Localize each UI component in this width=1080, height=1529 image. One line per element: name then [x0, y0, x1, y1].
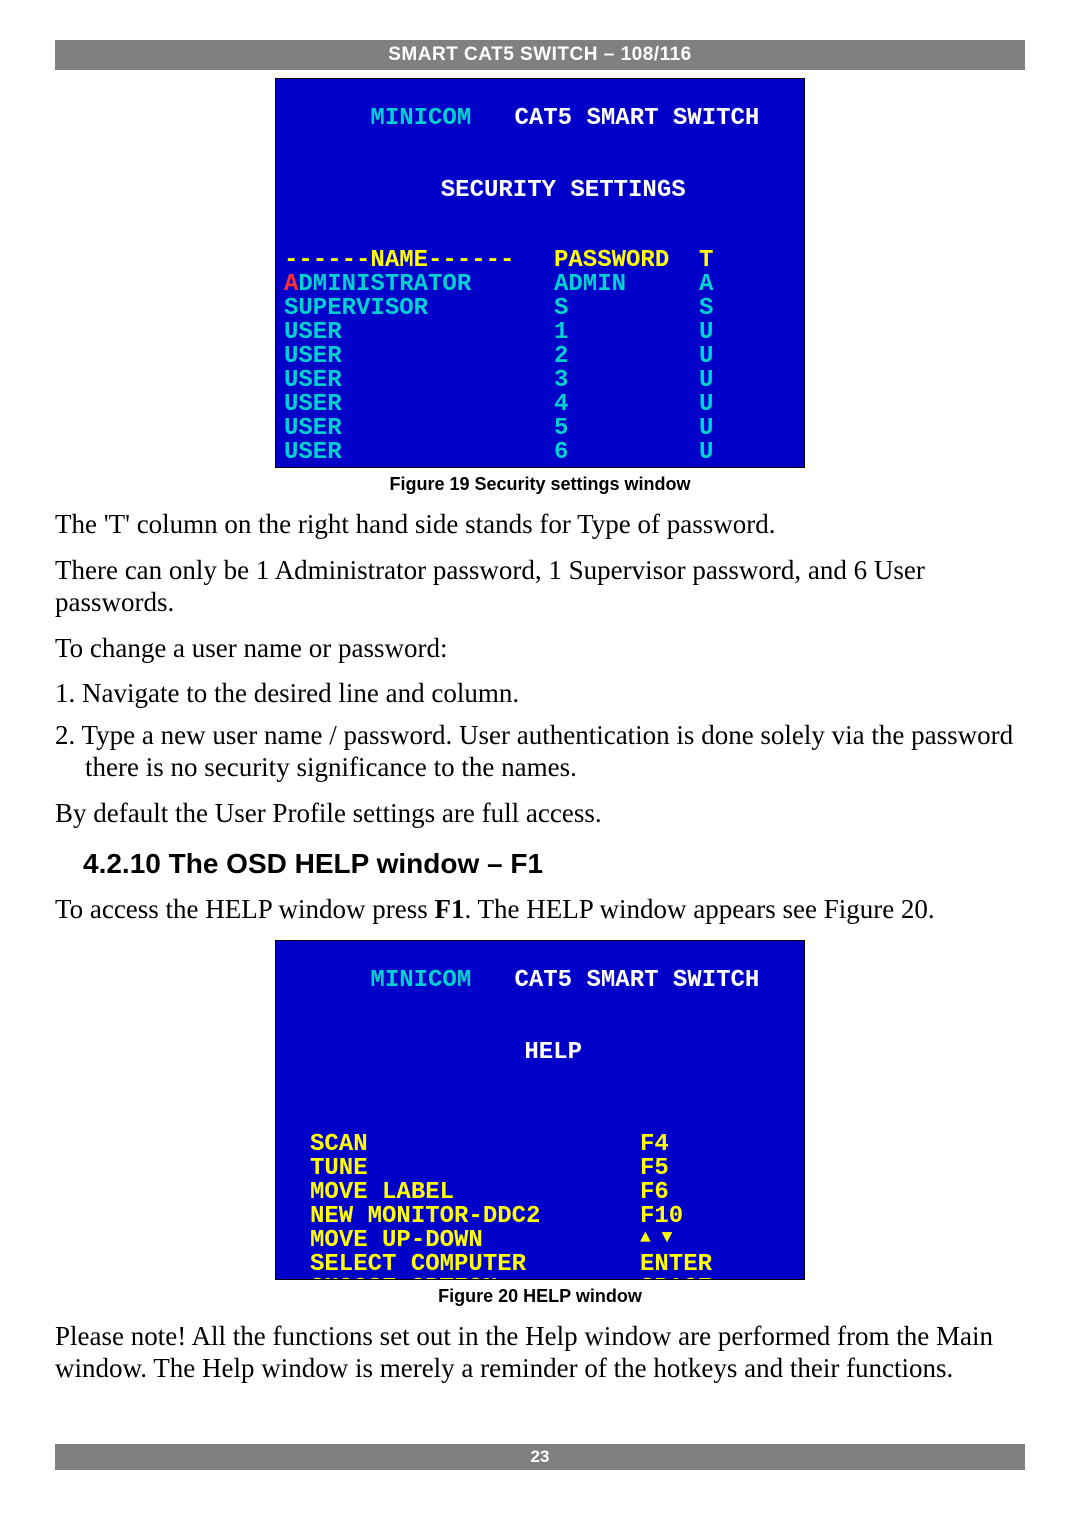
osd-title-1: CAT5 SMART SWITCH: [514, 967, 759, 994]
osd-brand: MINICOM: [370, 967, 471, 994]
security-row[interactable]: USER2U: [284, 345, 796, 369]
page-footer-bar: 23: [55, 1444, 1025, 1470]
hotkey-f1: F1: [435, 894, 465, 924]
paragraph: To change a user name or password:: [55, 633, 1025, 665]
help-row: NEW MONITOR-DDC2F10: [310, 1205, 796, 1229]
text: . The HELP window appears see Figure 20.: [465, 894, 935, 924]
text: To access the HELP window press: [55, 894, 435, 924]
security-row[interactable]: USER5U: [284, 417, 796, 441]
page-header-bar: SMART CAT5 SWITCH – 108/116: [55, 40, 1025, 70]
security-row[interactable]: ADMINISTRATORADMINA: [284, 273, 796, 297]
help-row: TUNEF5: [310, 1157, 796, 1181]
col-header-name: ------NAME------: [284, 249, 554, 273]
figure-20-caption: Figure 20 HELP window: [55, 1286, 1025, 1307]
col-header-t: T: [699, 249, 796, 273]
help-row: MOVE UP-DOWN▲ ▼: [310, 1229, 796, 1253]
figure-19-caption: Figure 19 Security settings window: [55, 474, 1025, 495]
paragraph: The 'T' column on the right hand side st…: [55, 509, 1025, 541]
security-settings-window: MINICOM CAT5 SMART SWITCH SECURITY SETTI…: [275, 78, 805, 468]
paragraph: To access the HELP window press F1. The …: [55, 894, 1025, 926]
col-header-password: PASSWORD: [554, 249, 699, 273]
help-window: MINICOM CAT5 SMART SWITCH HELP SCANF4TUN…: [275, 940, 805, 1280]
section-heading: 4.2.10 The OSD HELP window – F1: [83, 848, 1025, 880]
security-row[interactable]: SUPERVISORSS: [284, 297, 796, 321]
help-row: SELECT COMPUTERENTER: [310, 1253, 796, 1277]
paragraph: There can only be 1 Administrator passwo…: [55, 555, 1025, 619]
osd-brand: MINICOM: [370, 105, 471, 132]
osd-title-1: CAT5 SMART SWITCH: [514, 105, 759, 132]
security-row[interactable]: USER6U: [284, 441, 796, 465]
osd-title-2: HELP: [524, 1039, 582, 1066]
paragraph: Please note! All the functions set out i…: [55, 1321, 1025, 1385]
list-item-1: 1. Navigate to the desired line and colu…: [55, 678, 1025, 710]
osd-title-2: SECURITY SETTINGS: [441, 177, 686, 204]
security-row[interactable]: USER3U: [284, 369, 796, 393]
help-row: MOVE LABELF6: [310, 1181, 796, 1205]
security-row[interactable]: USER4U: [284, 393, 796, 417]
help-row: SCANF4: [310, 1133, 796, 1157]
help-row: CHOOSE OPTIONSPACE: [310, 1277, 796, 1280]
list-item-2: 2. Type a new user name / password. User…: [55, 720, 1025, 784]
paragraph: By default the User Profile settings are…: [55, 798, 1025, 830]
security-row[interactable]: USER1U: [284, 321, 796, 345]
